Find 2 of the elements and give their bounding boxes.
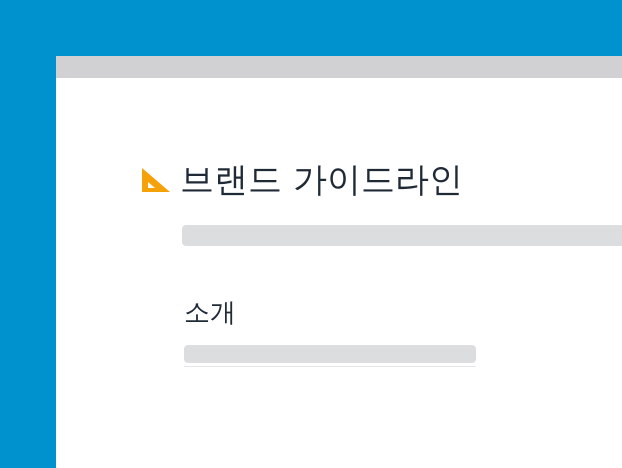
page-title: 브랜드 가이드라인 [180, 160, 463, 201]
section-heading: 소개 [184, 298, 237, 329]
